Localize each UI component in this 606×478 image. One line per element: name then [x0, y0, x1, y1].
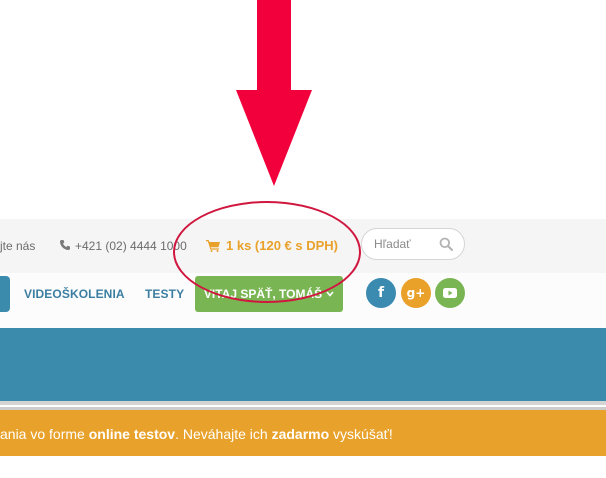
search-box	[361, 228, 465, 260]
promo-message: ania vo forme online testov. Neváhajte i…	[0, 426, 393, 442]
user-menu-button[interactable]: VITAJ SPÄŤ, TOMÁŠ	[195, 276, 343, 312]
cart-icon	[206, 240, 220, 252]
phone-icon	[60, 240, 70, 250]
nav-item-cut-off[interactable]	[0, 276, 10, 312]
search-icon[interactable]	[439, 237, 453, 251]
contact-link[interactable]: jte nás	[0, 239, 35, 253]
search-input[interactable]	[374, 235, 438, 253]
nav-item-videoskolenia[interactable]: VIDEOŠKOLENIA	[24, 287, 125, 301]
hero-banner	[0, 328, 606, 401]
promo-bar: ania vo forme online testov. Neváhajte i…	[0, 410, 606, 456]
cart-summary: 1 ks (120 € s DPH)	[226, 238, 339, 253]
youtube-icon[interactable]	[435, 278, 465, 308]
user-menu-label: VITAJ SPÄŤ, TOMÁŠ	[203, 287, 323, 301]
google-plus-icon[interactable]: g+	[401, 278, 431, 308]
annotation-arrow	[236, 0, 312, 186]
phone-number[interactable]: +421 (02) 4444 1000	[75, 239, 187, 253]
cart-link[interactable]: 1 ks (120 € s DPH)	[206, 238, 338, 253]
nav-item-testy[interactable]: TESTY	[145, 287, 184, 301]
chevron-down-icon	[326, 291, 334, 297]
facebook-icon[interactable]: f	[366, 278, 396, 308]
